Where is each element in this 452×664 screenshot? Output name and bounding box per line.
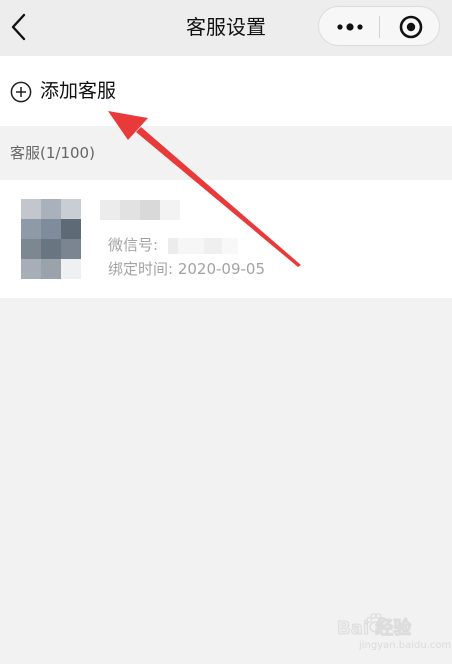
bind-time-row: 绑定时间: 2020-09-05 [108, 256, 265, 282]
navigation-bar: 客服设置 [0, 0, 452, 56]
add-service-label: 添加客服 [40, 80, 117, 102]
bind-time-label: 绑定时间: [108, 260, 174, 278]
target-icon[interactable] [399, 15, 423, 39]
name-blurred [100, 200, 180, 220]
add-service-row[interactable]: 添加客服 [0, 56, 452, 126]
service-list-item[interactable]: 微信号: 绑定时间: 2020-09-05 [0, 180, 452, 298]
more-dots-icon[interactable] [331, 16, 369, 38]
bind-time-value: 2020-09-05 [177, 260, 266, 278]
service-count-header: 客服(1/100) [10, 144, 95, 162]
wechat-id-row: 微信号: [108, 232, 158, 258]
wechat-id-blurred [168, 238, 242, 254]
watermark-url: jingyan.baidu.com [359, 640, 452, 651]
watermark: Bai 经验 jingyan.baidu.com [333, 606, 451, 656]
mini-program-capsule [318, 6, 440, 46]
plus-circle-icon [10, 81, 32, 103]
wechat-id-label: 微信号: [108, 236, 159, 254]
avatar [21, 199, 81, 279]
capsule-divider [379, 16, 380, 38]
watermark-brand: Bai 经验 [336, 618, 412, 640]
